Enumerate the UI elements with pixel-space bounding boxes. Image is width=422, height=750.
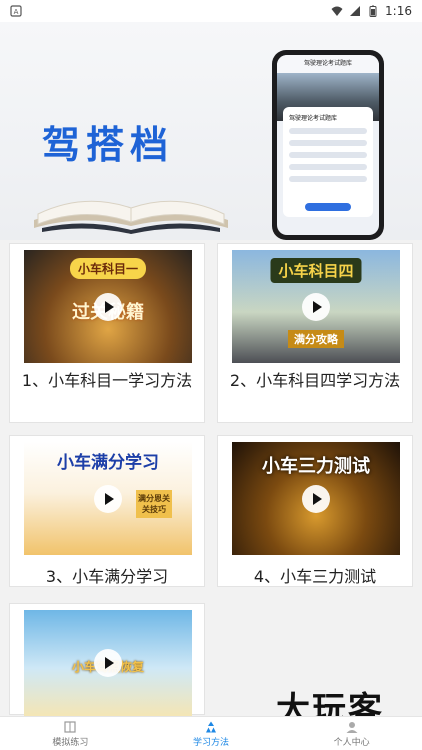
- phone-row: [289, 176, 367, 182]
- open-book-illustration: [34, 200, 228, 234]
- play-icon: [94, 292, 122, 321]
- book-icon: [64, 720, 76, 733]
- thumb-title: 小车三力测试: [262, 456, 370, 477]
- status-bar: A 1:16: [0, 0, 422, 22]
- lesson-thumbnail: 小车三力测试: [232, 442, 400, 555]
- bottom-nav: 模拟练习 学习方法 个人中心: [0, 716, 422, 750]
- play-icon: [302, 292, 330, 321]
- lesson-card[interactable]: 小车科目一 过关秘籍 1、小车科目一学习方法: [9, 243, 205, 423]
- status-time: 1:16: [385, 4, 412, 18]
- a-badge-icon: A: [10, 5, 22, 17]
- hero-banner[interactable]: 驾搭档 驾驶理论考试题库 驾驶理论考试题库: [0, 22, 422, 240]
- nav-item-practice[interactable]: 模拟练习: [0, 717, 141, 750]
- thumb-title: 小车满分学习: [57, 453, 159, 473]
- play-icon: [94, 649, 122, 677]
- banner-title: 驾搭档: [42, 123, 175, 167]
- lesson-card-label: 1、小车科目一学习方法: [21, 371, 193, 390]
- lesson-card-label: 4、小车三力测试: [253, 567, 377, 586]
- phone-card: 驾驶理论考试题库: [283, 107, 373, 217]
- nav-label: 个人中心: [333, 737, 370, 748]
- phone-row: [289, 128, 367, 134]
- battery-icon: [369, 5, 377, 17]
- lesson-thumbnail: 小车满分学习 满分恩关关技巧: [24, 442, 192, 555]
- svg-text:A: A: [14, 8, 19, 16]
- thumb-subtitle: 满分恩关关技巧: [136, 490, 172, 518]
- lesson-thumbnail: 小车驾照恢复: [24, 610, 192, 716]
- signal-icon: [350, 6, 361, 16]
- person-icon: [346, 721, 358, 733]
- play-icon: [302, 484, 330, 513]
- recycle-icon: [206, 721, 216, 732]
- wifi-icon: [331, 6, 343, 16]
- thumb-subtitle: 满分攻略: [288, 330, 344, 348]
- nav-label: 模拟练习: [52, 737, 89, 748]
- lesson-card[interactable]: 小车科目四 满分攻略 2、小车科目四学习方法: [217, 243, 413, 423]
- play-icon: [94, 484, 122, 513]
- lesson-card[interactable]: 小车三力测试 4、小车三力测试: [217, 435, 413, 587]
- nav-label: 学习方法: [193, 737, 230, 748]
- phone-row: [289, 164, 367, 170]
- lesson-card-label: 3、小车满分学习: [45, 567, 169, 586]
- lesson-card[interactable]: 小车驾照恢复: [9, 603, 205, 716]
- phone-row: [289, 152, 367, 158]
- phone-screen: 驾驶理论考试题库 驾驶理论考试题库: [277, 55, 379, 235]
- phone-header: 驾驶理论考试题库: [277, 55, 379, 73]
- nav-item-profile[interactable]: 个人中心: [281, 717, 422, 750]
- lesson-thumbnail: 小车科目四 满分攻略: [232, 250, 400, 363]
- thumb-title: 小车科目四: [270, 258, 362, 283]
- lesson-thumbnail: 小车科目一 过关秘籍: [24, 250, 192, 363]
- lesson-card[interactable]: 小车满分学习 满分恩关关技巧 3、小车满分学习: [9, 435, 205, 587]
- status-icons: 1:16: [331, 4, 412, 18]
- lesson-card-label: 2、小车科目四学习方法: [229, 371, 401, 390]
- phone-button: [305, 203, 351, 211]
- nav-item-methods[interactable]: 学习方法: [141, 717, 282, 750]
- app-screen: A 1:16 驾搭档 驾驶理论考试题库 驾驶理论考试题库 小车科目一 1、小车科…: [0, 0, 422, 750]
- phone-card-title: 驾驶理论考试题库: [289, 115, 338, 122]
- phone-mockup: 驾驶理论考试题库 驾驶理论考试题库: [272, 50, 384, 240]
- phone-row: [289, 140, 367, 146]
- thumb-title: 小车科目一: [69, 258, 147, 279]
